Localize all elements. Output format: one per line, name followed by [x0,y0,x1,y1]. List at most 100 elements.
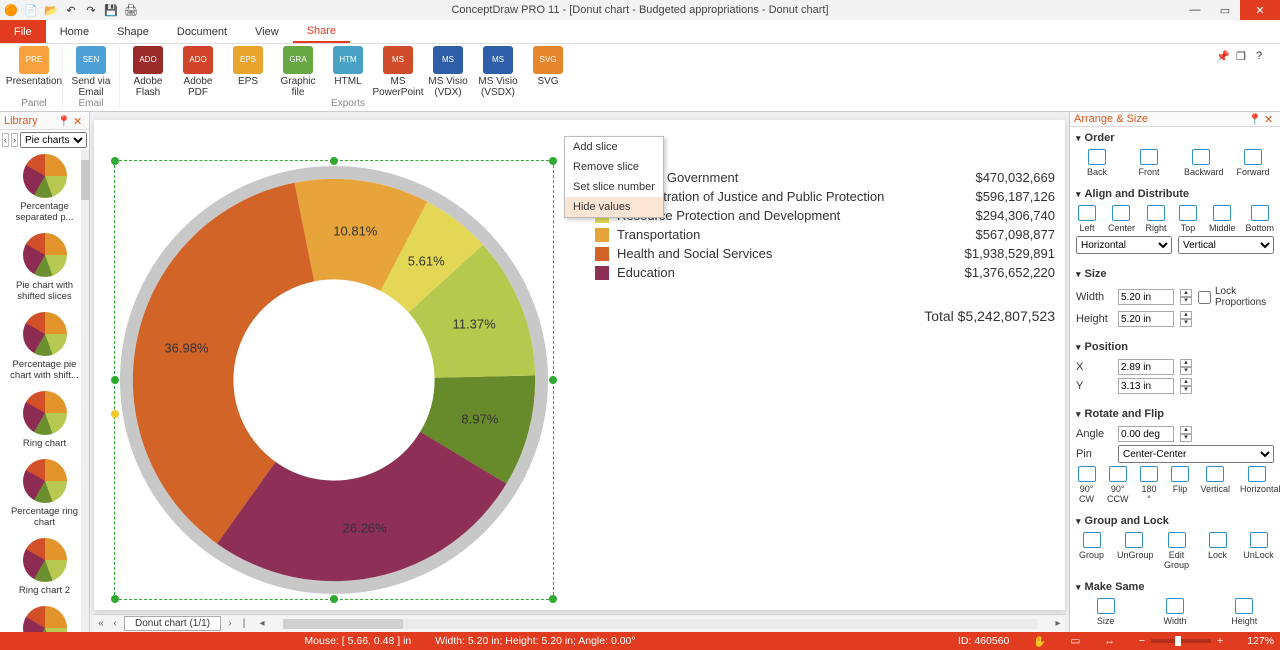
sheet-last[interactable]: | [237,618,251,629]
fit-width-icon[interactable]: ↔ [1104,635,1115,647]
section-rotate[interactable]: Rotate and Flip [1076,405,1274,423]
minimize-button[interactable]: — [1180,0,1210,20]
cmd-ungroup[interactable]: UnGroup [1117,532,1151,570]
ribbon-btn-presentation[interactable]: PREPresentation [12,46,56,87]
zoom-level[interactable]: 127% [1247,635,1274,647]
selection-handle[interactable] [549,376,557,384]
scroll-thumb[interactable] [81,160,89,200]
library-item[interactable]: Percentage ring chart 2 [2,606,87,632]
zoom-slider[interactable]: − + [1139,635,1223,647]
library-selector[interactable]: Pie charts [20,132,87,148]
section-makesame[interactable]: Make Same [1076,578,1274,596]
tab-share[interactable]: Share [293,20,350,43]
hscroll-left[interactable]: ◂ [255,618,269,629]
library-item[interactable]: Percentage ring chart [2,459,87,528]
library-item[interactable]: Ring chart [2,391,87,449]
sheet-next[interactable]: › [223,618,237,629]
library-item[interactable]: Percentage pie chart with shift... [2,312,87,381]
hand-tool-icon[interactable]: ✋ [1033,635,1046,648]
selection-handle[interactable] [330,157,338,165]
ribbon-collapse-icon[interactable]: ❐ [1236,50,1250,64]
hscrollbar[interactable] [283,619,1037,629]
cmd-90-ccw[interactable]: 90° CCW [1107,466,1128,504]
sheet-prev[interactable]: ‹ [108,618,122,629]
sheet-tab-current[interactable]: Donut chart (1/1) [124,616,221,631]
cmd-size[interactable]: Size [1089,598,1123,626]
cmd-center[interactable]: Center [1108,205,1135,233]
context-menu-item[interactable]: Hide values [565,197,663,217]
tab-view[interactable]: View [241,20,293,43]
width-input[interactable] [1118,289,1174,305]
sheet-first[interactable]: « [94,618,108,629]
zoom-out-icon[interactable]: − [1139,635,1145,647]
cmd-forward[interactable]: Forward [1236,149,1270,177]
ribbon-btn-eps[interactable]: EPSEPS [226,46,270,98]
ribbon-pin-icon[interactable]: 📌 [1216,50,1230,64]
spin-down[interactable]: ▾ [1180,297,1192,305]
maximize-button[interactable]: ▭ [1210,0,1240,20]
ribbon-btn-ms-visio-vdx-[interactable]: MS MS Visio (VDX) [426,46,470,98]
hscroll-thumb[interactable] [283,619,403,629]
cmd-group[interactable]: Group [1076,532,1107,570]
prev-icon[interactable]: ‹ [2,133,9,147]
ribbon-btn-svg[interactable]: SVGSVG [526,46,570,98]
library-scrollbar[interactable] [81,150,89,632]
selection-handle[interactable] [549,595,557,603]
cmd-horizontal[interactable]: Horizontal [1240,466,1274,504]
spin-up[interactable]: ▴ [1180,289,1192,297]
close-button[interactable]: ✕ [1240,0,1280,20]
tab-shape[interactable]: Shape [103,20,163,43]
context-menu-item[interactable]: Add slice [565,137,663,157]
cmd-bottom[interactable]: Bottom [1245,205,1274,233]
cmd-middle[interactable]: Middle [1209,205,1236,233]
section-align[interactable]: Align and Distribute [1076,185,1274,203]
cmd-vertical[interactable]: Vertical [1200,466,1230,504]
library-item[interactable]: Percentage separated p... [2,154,87,223]
context-menu-item[interactable]: Remove slice [565,157,663,177]
donut-chart[interactable]: 8.97%11.37%5.61%10.81%36.98%26.26% [120,166,548,594]
ribbon-help-icon[interactable]: ? [1256,50,1270,64]
align-h-select[interactable]: Horizontal [1076,236,1172,254]
spin-down[interactable]: ▾ [1180,319,1192,327]
pin-icon[interactable]: 📍 [1248,113,1260,125]
x-input[interactable] [1118,359,1174,375]
ribbon-btn-ms-powerpoint[interactable]: MS MS PowerPoint [376,46,420,98]
ribbon-btn-html[interactable]: HTMHTML [326,46,370,98]
cmd-180-[interactable]: 180 ° [1138,466,1159,504]
cmd-right[interactable]: Right [1145,205,1167,233]
tab-file[interactable]: File [0,20,46,43]
spin-up[interactable]: ▴ [1180,311,1192,319]
tab-document[interactable]: Document [163,20,241,43]
fit-page-icon[interactable]: ▭ [1070,635,1080,647]
adjust-handle[interactable] [111,410,119,418]
selection-handle[interactable] [111,157,119,165]
section-size[interactable]: Size [1076,265,1274,283]
angle-input[interactable] [1118,426,1174,442]
cmd-left[interactable]: Left [1076,205,1098,233]
cmd-flip[interactable]: Flip [1169,466,1190,504]
cmd-width[interactable]: Width [1158,598,1192,626]
context-menu-item[interactable]: Set slice number [565,177,663,197]
section-position[interactable]: Position [1076,338,1274,356]
y-input[interactable] [1118,378,1174,394]
selection-handle[interactable] [549,157,557,165]
align-v-select[interactable]: Vertical [1178,236,1274,254]
cmd-edit-group[interactable]: Edit Group [1161,532,1192,570]
cmd-90-cw[interactable]: 90° CW [1076,466,1097,504]
pin-icon[interactable]: 📍 [57,115,69,127]
hscroll-right[interactable]: ▸ [1051,618,1065,629]
close-icon[interactable]: ✕ [73,115,85,127]
cmd-top[interactable]: Top [1177,205,1199,233]
cmd-back[interactable]: Back [1080,149,1114,177]
pin-select[interactable]: Center-Center [1118,445,1274,463]
lock-proportions-checkbox[interactable] [1198,291,1211,304]
close-icon[interactable]: ✕ [1264,113,1276,125]
section-order[interactable]: Order [1076,129,1274,147]
ribbon-btn-ms-visio-vsdx-[interactable]: MS MS Visio (VSDX) [476,46,520,98]
ribbon-btn-graphic-file[interactable]: GRAGraphic file [276,46,320,98]
library-item[interactable]: Ring chart 2 [2,538,87,596]
cmd-front[interactable]: Front [1132,149,1166,177]
selection-handle[interactable] [111,376,119,384]
cmd-height[interactable]: Height [1227,598,1261,626]
cmd-backward[interactable]: Backward [1184,149,1218,177]
